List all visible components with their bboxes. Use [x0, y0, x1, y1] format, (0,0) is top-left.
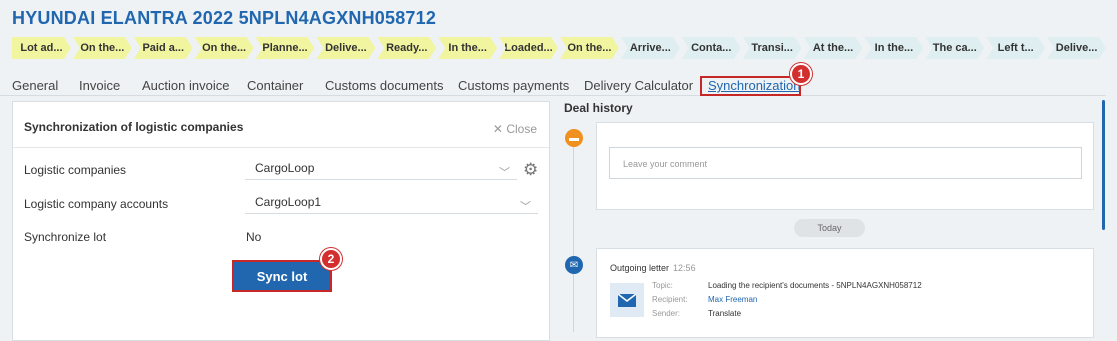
synchronize-lot-value: No	[246, 230, 262, 244]
chevron-down-icon: ﹀	[499, 167, 510, 179]
timeline-line	[573, 142, 574, 332]
stage-item[interactable]: Left t...	[986, 37, 1045, 59]
divider	[13, 147, 549, 148]
stage-item[interactable]: Conta...	[682, 37, 741, 59]
logistic-company-accounts-value: CargoLoop1	[255, 195, 322, 209]
stage-item[interactable]: On the...	[560, 37, 619, 59]
scrollbar[interactable]	[1102, 100, 1105, 230]
letter-card: Outgoing letter 12:56 Topic: Loading the …	[596, 248, 1094, 338]
recipient-label: Recipient:	[652, 295, 688, 304]
logistic-companies-value: CargoLoop	[255, 161, 315, 175]
stage-item[interactable]: On the...	[195, 37, 254, 59]
tab-delivery-calculator[interactable]: Delivery Calculator	[584, 78, 693, 93]
envelope-icon	[610, 283, 644, 317]
tab-customs-documents[interactable]: Customs documents	[325, 78, 444, 93]
recipient-link[interactable]: Max Freeman	[708, 295, 757, 304]
stage-item[interactable]: Loaded...	[499, 37, 558, 59]
letter-title: Outgoing letter	[610, 263, 670, 273]
letter-header: Outgoing letter 12:56	[610, 263, 696, 273]
stage-item[interactable]: Lot ad...	[12, 37, 71, 59]
stage-item[interactable]: The ca...	[925, 37, 984, 59]
comment-card: Leave your comment	[596, 122, 1094, 210]
stage-item[interactable]: On the...	[73, 37, 132, 59]
step-badge-2: 2	[320, 248, 342, 270]
page-title: HYUNDAI ELANTRA 2022 5NPLN4AGXNH058712	[12, 8, 437, 28]
chevron-down-icon: ﹀	[520, 201, 531, 213]
deal-history-title: Deal history	[564, 101, 633, 115]
gear-icon[interactable]: ⚙	[523, 161, 539, 178]
sync-lot-button[interactable]: Sync lot	[232, 260, 332, 292]
stage-item[interactable]: Planne...	[256, 37, 315, 59]
sync-panel: Synchronization of logistic companies ✕ …	[12, 101, 550, 341]
step-badge-1: 1	[790, 63, 812, 85]
tab-invoice[interactable]: Invoice	[79, 78, 120, 93]
close-button[interactable]: ✕ Close	[493, 122, 537, 136]
sender-label: Sender:	[652, 309, 681, 318]
comment-placeholder: Leave your comment	[623, 159, 708, 169]
logistic-companies-select[interactable]: CargoLoop	[245, 158, 517, 180]
logistic-companies-label: Logistic companies	[24, 163, 127, 177]
tab-customs-payments[interactable]: Customs payments	[458, 78, 569, 93]
topic-value: Loading the recipient's documents - 5NPL…	[708, 281, 922, 290]
stage-item[interactable]: Ready...	[377, 37, 436, 59]
comment-icon: ▬	[565, 129, 583, 147]
close-icon: ✕	[492, 122, 503, 136]
tab-bar: General Invoice Auction invoice Containe…	[0, 78, 1106, 96]
synchronize-lot-label: Synchronize lot	[24, 230, 107, 244]
stage-item[interactable]: In the...	[864, 37, 923, 59]
synchronization-tab-highlight	[700, 76, 801, 96]
letter-time: 12:56	[673, 263, 696, 273]
stage-item[interactable]: Arrive...	[621, 37, 680, 59]
stage-item[interactable]: Delive...	[316, 37, 375, 59]
close-label: Close	[506, 122, 537, 136]
stage-item[interactable]: Paid a...	[134, 37, 193, 59]
stage-item[interactable]: In the...	[438, 37, 497, 59]
tab-auction-invoice[interactable]: Auction invoice	[142, 78, 229, 93]
panel-title: Synchronization of logistic companies	[24, 120, 244, 134]
logistic-company-accounts-label: Logistic company accounts	[24, 197, 169, 211]
stage-item[interactable]: At the...	[804, 37, 863, 59]
today-separator: Today	[794, 219, 865, 237]
comment-input[interactable]: Leave your comment	[609, 147, 1082, 179]
mail-icon: ✉	[565, 256, 583, 274]
tab-container[interactable]: Container	[247, 78, 303, 93]
logistic-company-accounts-select[interactable]: CargoLoop1	[245, 192, 538, 214]
tab-general[interactable]: General	[12, 78, 58, 93]
sender-value: Translate	[708, 309, 742, 318]
stage-item[interactable]: Transi...	[743, 37, 802, 59]
topic-label: Topic:	[652, 281, 673, 290]
deal-stage-bar: Lot ad... On the... Paid a... On the... Plan…	[12, 37, 1108, 59]
stage-item[interactable]: Delive...	[1047, 37, 1106, 59]
